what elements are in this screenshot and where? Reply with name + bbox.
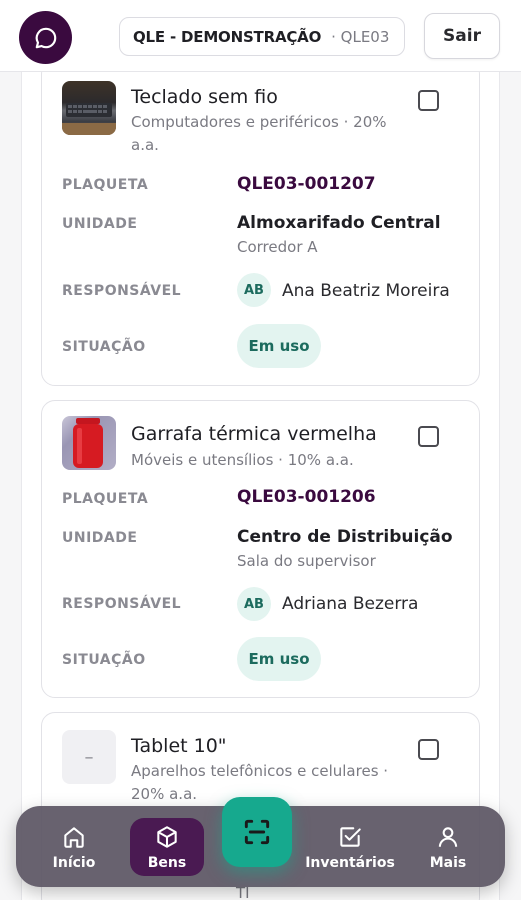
status-badge: Em uso — [237, 324, 321, 368]
plaqueta-value: QLE03-001206 — [237, 487, 376, 507]
bottom-navigation: Início Bens Inventários Mais — [16, 797, 505, 887]
responsavel-label: RESPONSÁVEL — [62, 596, 182, 612]
unidade-label: UNIDADE — [62, 216, 138, 232]
checkbox-icon — [340, 826, 361, 847]
asset-card[interactable]: Teclado sem fio Computadores e periféric… — [41, 60, 480, 386]
nav-more[interactable]: Mais — [420, 818, 476, 876]
responsible-name: Adriana Bezerra — [282, 594, 419, 614]
situacao-label: SITUAÇÃO — [62, 652, 146, 668]
responsavel-label: RESPONSÁVEL — [62, 283, 182, 299]
unidade-label: UNIDADE — [62, 530, 138, 546]
avatar: AB — [237, 273, 271, 307]
unit-value: Almoxarifado Central — [237, 213, 441, 233]
nav-assets[interactable]: Bens — [130, 818, 204, 876]
nav-more-label: Mais — [429, 854, 467, 871]
bottle-photo-icon — [62, 416, 116, 470]
app-header: QLE - DEMONSTRAÇÃO · QLE03 Sair — [0, 0, 521, 72]
logout-button[interactable]: Sair — [424, 13, 500, 59]
keyboard-photo-icon — [62, 81, 116, 135]
asset-title: Garrafa térmica vermelha — [131, 423, 377, 445]
asset-title: Tablet 10" — [131, 735, 227, 757]
situacao-label: SITUAÇÃO — [62, 339, 146, 355]
home-icon — [64, 826, 84, 848]
nav-assets-label: Bens — [147, 854, 187, 871]
organization-code: · QLE03 — [331, 27, 390, 46]
chat-logo-icon[interactable] — [19, 11, 72, 64]
responsible-name: Ana Beatriz Moreira — [282, 281, 450, 301]
nav-home[interactable]: Início — [46, 818, 102, 876]
scan-icon — [244, 819, 270, 845]
nav-home-label: Início — [52, 854, 96, 871]
plaqueta-label: PLAQUETA — [62, 177, 149, 193]
unit-sub-value: Sala do supervisor — [237, 552, 376, 570]
nav-inventories-label: Inventários — [305, 854, 395, 871]
plaqueta-label: PLAQUETA — [62, 491, 149, 507]
user-icon — [438, 826, 458, 847]
nav-inventories[interactable]: Inventários — [305, 818, 395, 876]
box-icon — [157, 825, 177, 848]
status-badge: Em uso — [237, 637, 321, 681]
avatar: AB — [237, 587, 271, 621]
asset-category: Computadores e periféricos · 20% a.a. — [131, 113, 387, 154]
asset-category: Móveis e utensílios · 10% a.a. — [131, 451, 354, 469]
select-checkbox[interactable] — [418, 426, 439, 447]
unit-sub-value: Corredor A — [237, 238, 318, 256]
organization-name: QLE - DEMONSTRAÇÃO — [133, 27, 322, 46]
organization-selector[interactable]: QLE - DEMONSTRAÇÃO · QLE03 — [119, 17, 405, 56]
unit-value: Centro de Distribuição — [237, 527, 453, 547]
asset-card[interactable]: Garrafa térmica vermelha Móveis e utensí… — [41, 400, 480, 698]
select-checkbox[interactable] — [418, 739, 439, 760]
image-placeholder-icon: – — [62, 730, 116, 784]
scan-button[interactable] — [222, 797, 292, 867]
plaqueta-value: QLE03-001207 — [237, 174, 376, 194]
asset-title: Teclado sem fio — [131, 86, 278, 108]
select-checkbox[interactable] — [418, 90, 439, 111]
